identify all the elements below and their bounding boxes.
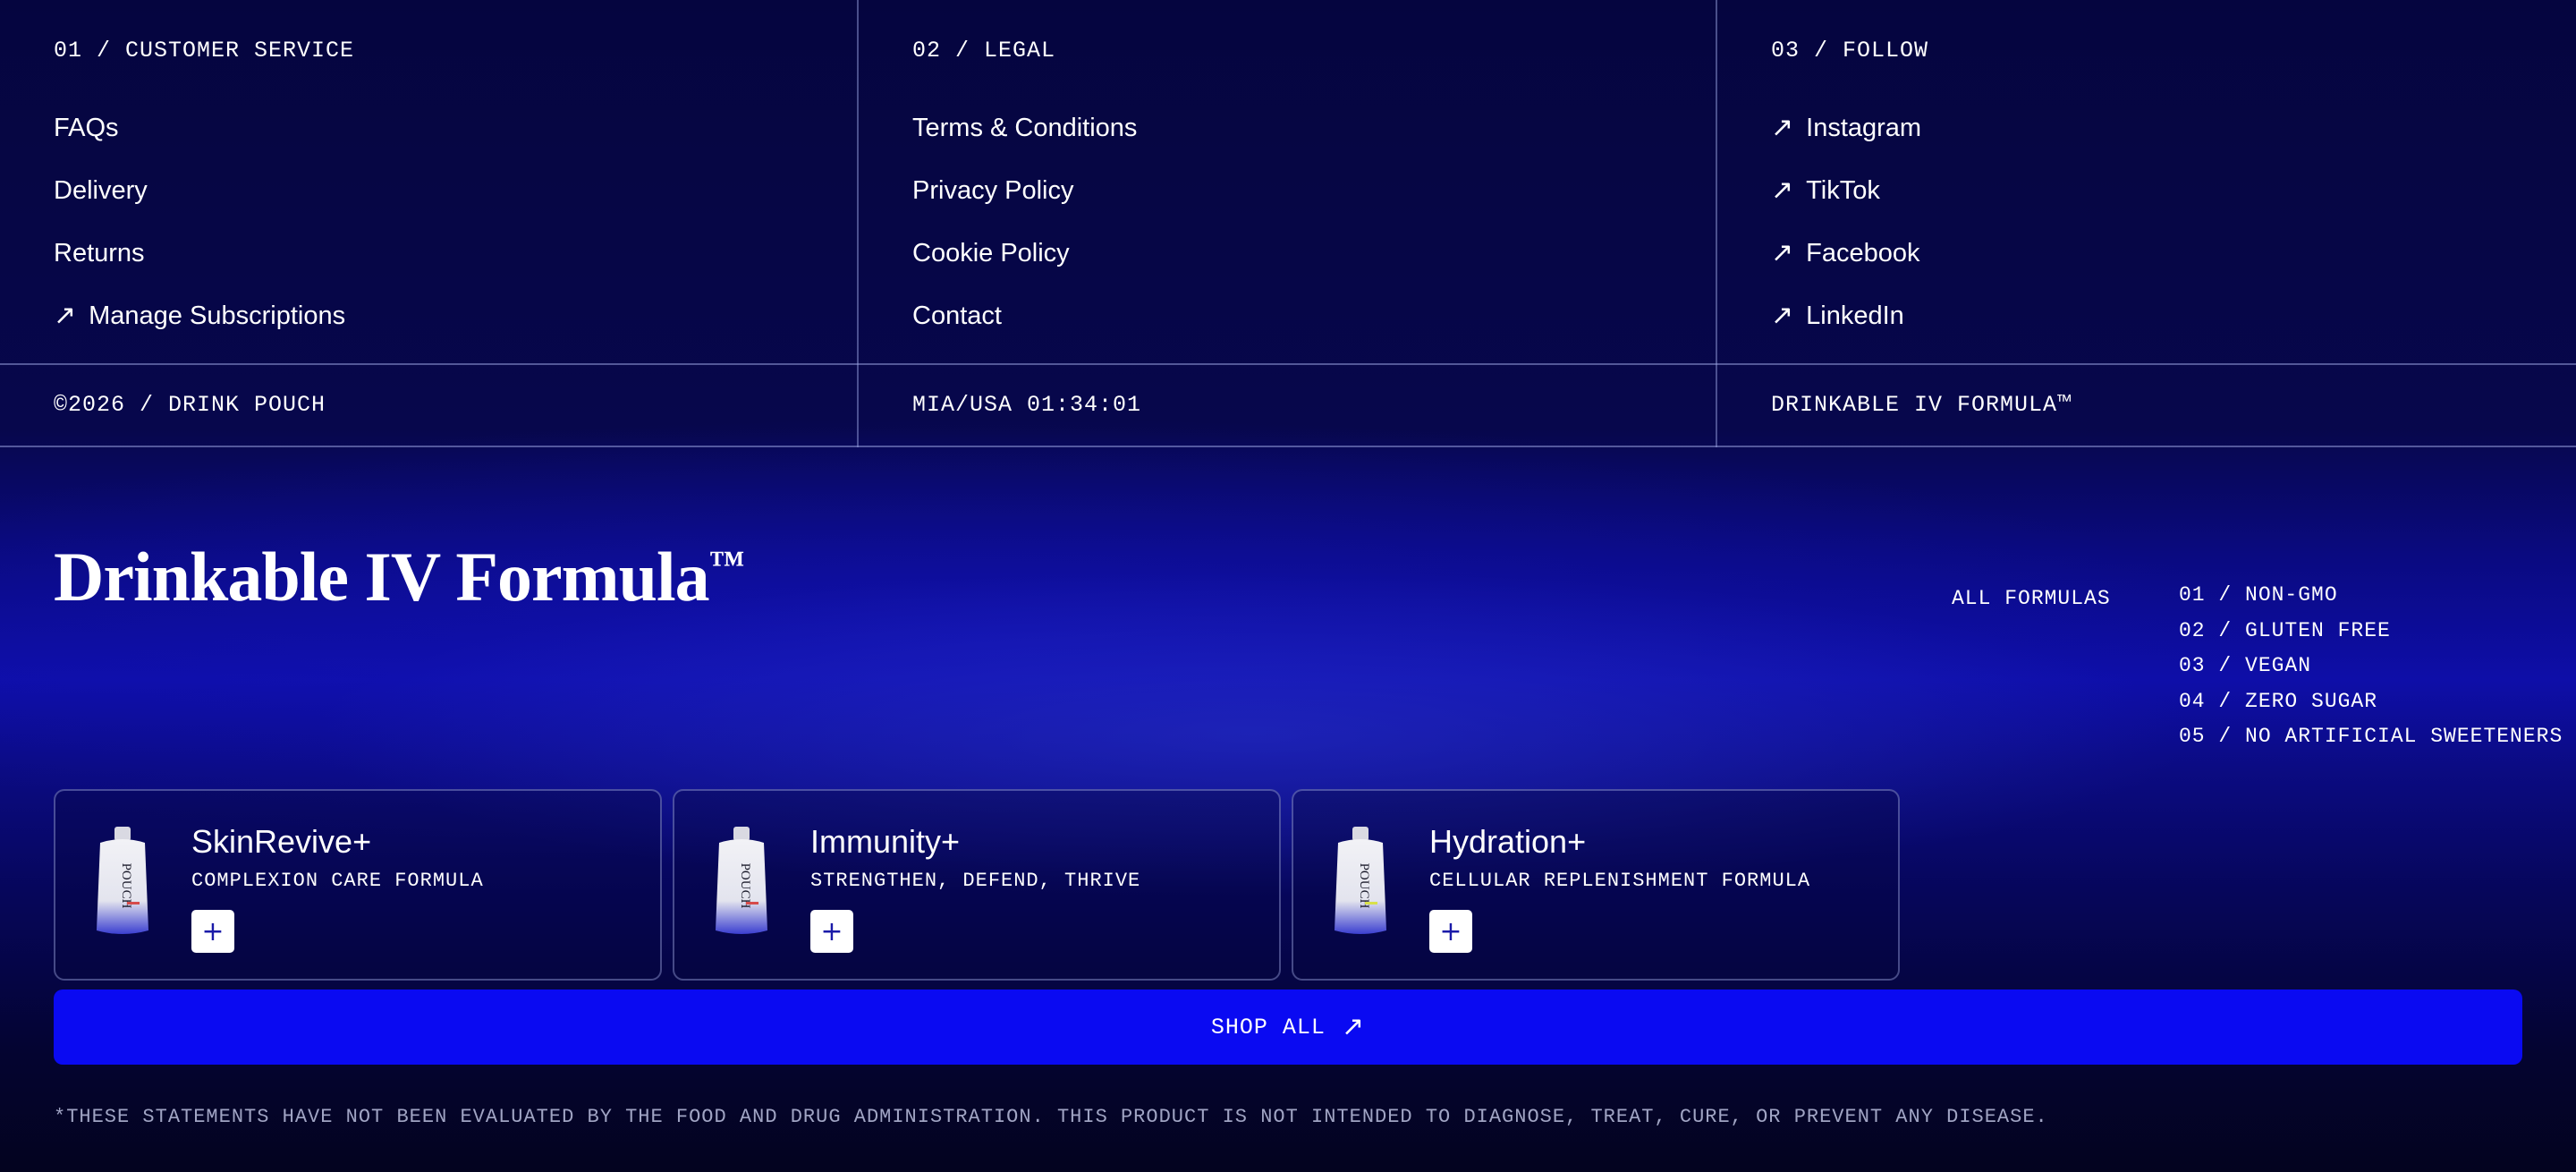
add-to-cart-button[interactable]: + — [1429, 910, 1472, 953]
footer-grid: 01 / CUSTOMER SERVICE FAQs Delivery Retu… — [0, 0, 2576, 447]
feature-item: 04 / ZERO SUGAR — [2179, 689, 2378, 713]
shop-all-label: SHOP ALL — [1210, 1014, 1326, 1040]
link-label: FAQs — [54, 113, 119, 142]
product-name: Immunity+ — [810, 823, 961, 860]
link-label: Instagram — [1806, 113, 1922, 142]
link-list: Terms & Conditions Privacy Policy Cookie… — [912, 97, 1137, 347]
footer-tagline: DRINKABLE IV FORMULA™ — [1771, 391, 2072, 418]
link-terms[interactable]: Terms & Conditions — [912, 97, 1137, 159]
link-label: Cookie Policy — [912, 238, 1070, 268]
link-label: Delivery — [54, 175, 148, 205]
link-label: LinkedIn — [1806, 301, 1904, 330]
external-arrow-icon: ↗ — [1771, 237, 1794, 268]
all-formulas-label: ALL FORMULAS — [1952, 587, 2111, 610]
external-arrow-icon: ↗ — [54, 300, 77, 331]
link-facebook[interactable]: ↗ Facebook — [1771, 222, 1921, 285]
link-label: Facebook — [1806, 238, 1920, 268]
pouch-label: POUCH — [119, 863, 133, 909]
product-card-skinrevive[interactable]: POUCH SkinRevive+ COMPLEXION CARE FORMUL… — [54, 789, 662, 981]
product-subtitle: STRENGTHEN, DEFEND, THRIVE — [810, 870, 1141, 892]
pouch-product-image: POUCH — [716, 827, 767, 934]
product-name: SkinRevive+ — [191, 823, 372, 860]
link-label: Manage Subscriptions — [89, 301, 346, 330]
feature-item: 05 / NO ARTIFICIAL SWEETENERS — [2179, 725, 2563, 748]
link-label: Returns — [54, 238, 145, 268]
pouch-label: POUCH — [1357, 863, 1371, 909]
link-contact[interactable]: Contact — [912, 285, 1137, 347]
external-arrow-icon: ↗ — [1771, 174, 1794, 206]
footer-divider-top — [0, 363, 2576, 365]
link-label: Contact — [912, 301, 1002, 330]
product-subtitle: COMPLEXION CARE FORMULA — [191, 870, 484, 892]
link-returns[interactable]: Returns — [54, 222, 345, 285]
fda-disclaimer: *THESE STATEMENTS HAVE NOT BEEN EVALUATE… — [54, 1106, 2048, 1128]
pouch-product-image: POUCH — [97, 827, 148, 934]
external-arrow-icon: ↗ — [1771, 112, 1794, 143]
link-instagram[interactable]: ↗ Instagram — [1771, 97, 1921, 159]
arrow-up-right-icon: ↗ — [1341, 1011, 1366, 1042]
feature-item: 02 / GLUTEN FREE — [2179, 618, 2391, 642]
external-arrow-icon: ↗ — [1771, 300, 1794, 331]
plus-icon: + — [201, 915, 225, 947]
location-clock: MIA/USA 01:34:01 — [912, 391, 1142, 418]
trademark-symbol: ™ — [708, 543, 745, 583]
link-manage-subscriptions[interactable]: ↗ Manage Subscriptions — [54, 285, 345, 347]
feature-list: 01 / NON-GMO 02 / GLUTEN FREE 03 / VEGAN… — [2179, 583, 2563, 760]
column-heading: 03 / FOLLOW — [1771, 38, 1929, 64]
add-to-cart-button[interactable]: + — [810, 910, 853, 953]
product-name: Hydration+ — [1429, 823, 1587, 860]
link-list: FAQs Delivery Returns ↗ Manage Subscripti… — [54, 97, 345, 347]
feature-item: 03 / VEGAN — [2179, 654, 2312, 677]
link-linkedin[interactable]: ↗ LinkedIn — [1771, 285, 1921, 347]
link-label: Privacy Policy — [912, 175, 1074, 205]
page: 01 / CUSTOMER SERVICE FAQs Delivery Retu… — [0, 0, 2576, 1172]
link-faqs[interactable]: FAQs — [54, 97, 345, 159]
shop-all-button[interactable]: SHOP ALL ↗ — [54, 989, 2522, 1065]
link-label: Terms & Conditions — [912, 113, 1138, 142]
footer-divider-bottom — [0, 446, 2576, 447]
link-cookie-policy[interactable]: Cookie Policy — [912, 222, 1137, 285]
product-cards: POUCH SkinRevive+ COMPLEXION CARE FORMUL… — [54, 789, 1900, 981]
hero-title-text: Drinkable IV Formula — [54, 538, 710, 616]
product-card-immunity[interactable]: POUCH Immunity+ STRENGTHEN, DEFEND, THRI… — [673, 789, 1281, 981]
plus-icon: + — [820, 915, 843, 947]
pouch-product-image: POUCH — [1335, 827, 1386, 934]
link-tiktok[interactable]: ↗ TikTok — [1771, 159, 1921, 222]
column-heading: 02 / LEGAL — [912, 38, 1056, 64]
link-privacy-policy[interactable]: Privacy Policy — [912, 159, 1137, 222]
pouch-label: POUCH — [738, 863, 752, 909]
plus-icon: + — [1439, 915, 1462, 947]
feature-item: 01 / NON-GMO — [2179, 583, 2338, 607]
link-delivery[interactable]: Delivery — [54, 159, 345, 222]
hero-title: Drinkable IV Formula™ — [54, 537, 745, 617]
add-to-cart-button[interactable]: + — [191, 910, 234, 953]
product-card-hydration[interactable]: POUCH Hydration+ CELLULAR REPLENISHMENT … — [1292, 789, 1900, 981]
link-list: ↗ Instagram ↗ TikTok ↗ Facebook ↗ LinkedIn — [1771, 97, 1921, 347]
column-heading: 01 / CUSTOMER SERVICE — [54, 38, 355, 64]
link-label: TikTok — [1806, 175, 1880, 205]
product-subtitle: CELLULAR REPLENISHMENT FORMULA — [1429, 870, 1811, 892]
copyright: ©2026 / DRINK POUCH — [54, 391, 326, 418]
